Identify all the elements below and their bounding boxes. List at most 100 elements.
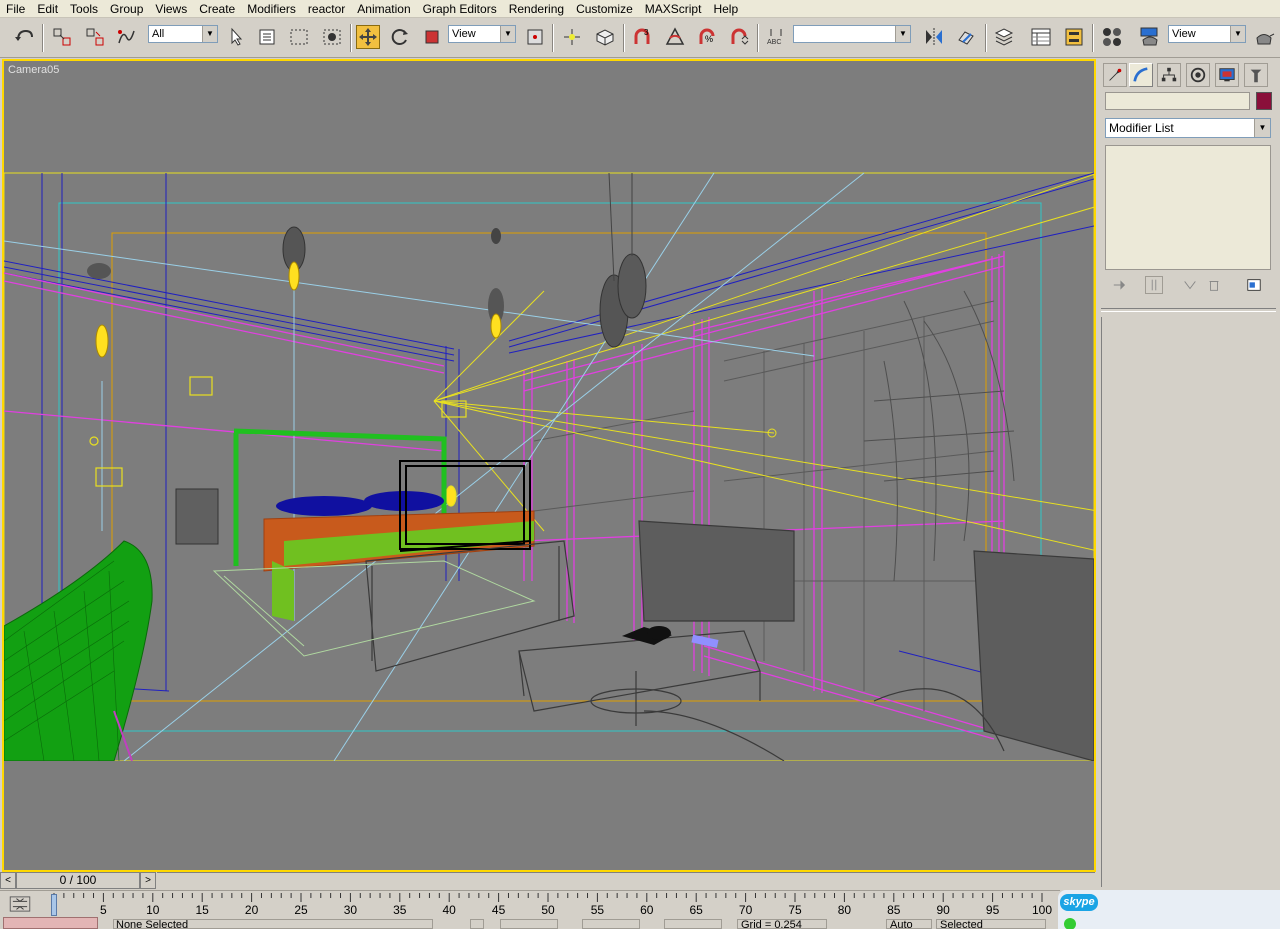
remove-modifier-icon[interactable]	[1205, 276, 1223, 294]
menu-customize[interactable]: Customize	[570, 1, 639, 17]
undo-icon[interactable]	[12, 25, 36, 49]
select-by-name-icon[interactable]	[255, 25, 279, 49]
bind-to-space-warp-icon[interactable]	[114, 25, 138, 49]
hierarchy-icon[interactable]	[1157, 63, 1181, 87]
spinner-snap-toggle-icon[interactable]	[727, 25, 751, 49]
pin-stack-icon[interactable]	[1111, 276, 1129, 294]
ruler-tick-label: 45	[491, 903, 506, 917]
select-and-link-icon[interactable]	[50, 25, 74, 49]
ruler-tick-label: 85	[887, 903, 901, 917]
maxscript-listener-mini[interactable]	[3, 917, 98, 929]
selection-filter-dropdown[interactable]: All ▼	[148, 25, 218, 43]
select-and-rotate-icon[interactable]	[388, 25, 412, 49]
menu-graph-editors[interactable]: Graph Editors	[417, 1, 503, 17]
skype-notification[interactable]: skype	[1058, 890, 1280, 929]
reference-coordinate-dropdown[interactable]: View ▼	[448, 25, 516, 43]
render-scene-dialog-icon[interactable]	[1138, 25, 1162, 49]
ruler-tick-label: 15	[195, 903, 209, 917]
time-slider[interactable]: < 0 / 100 >	[0, 872, 157, 889]
schematic-view-icon[interactable]	[1062, 25, 1086, 49]
previous-frame-button[interactable]: <	[0, 872, 16, 889]
select-and-scale-icon[interactable]	[420, 25, 444, 49]
display-icon[interactable]	[1215, 63, 1239, 87]
x-coordinate-field[interactable]	[500, 919, 558, 929]
ruler-tick-label: 35	[393, 903, 407, 917]
unlink-selection-icon[interactable]	[83, 25, 107, 49]
align-icon[interactable]	[954, 25, 978, 49]
main-toolbar: All ▼ View ▼ 3 % ABC ▼ View ▼	[0, 18, 1280, 58]
menu-edit[interactable]: Edit	[31, 1, 64, 17]
utilities-icon[interactable]	[1244, 63, 1268, 87]
menu-help[interactable]: Help	[707, 1, 744, 17]
menu-create[interactable]: Create	[193, 1, 241, 17]
y-coordinate-field[interactable]	[582, 919, 640, 929]
menu-rendering[interactable]: Rendering	[503, 1, 570, 17]
mini-curve-editor-toggle-icon[interactable]	[8, 895, 32, 913]
modify-icon[interactable]	[1129, 63, 1153, 87]
selection-status: None Selected	[113, 919, 433, 929]
create-icon[interactable]	[1103, 63, 1127, 87]
quick-render-icon[interactable]	[1252, 25, 1276, 49]
mirror-icon[interactable]	[922, 25, 946, 49]
chevron-down-icon: ▼	[202, 26, 217, 42]
material-editor-icon[interactable]	[1100, 25, 1124, 49]
ruler-tick-label: 80	[837, 903, 852, 917]
ruler-tick-label: 20	[244, 903, 259, 917]
ruler-tick-label: 90	[936, 903, 950, 917]
render-type-dropdown[interactable]: View ▼	[1168, 25, 1246, 43]
object-name-field[interactable]	[1105, 92, 1250, 110]
menu-maxscript[interactable]: MAXScript	[639, 1, 708, 17]
nightstand	[175, 488, 219, 545]
frame-ruler[interactable]: 0510152025303540455055606570758085909510…	[44, 891, 1056, 918]
object-color-swatch[interactable]	[1256, 92, 1272, 110]
chevron-down-icon: ▼	[1254, 119, 1270, 137]
make-unique-icon[interactable]	[1181, 276, 1199, 294]
scene-wireframe	[4, 172, 1094, 870]
modifier-list-dropdown[interactable]: Modifier List ▼	[1105, 118, 1271, 138]
keyboard-shortcut-override-icon[interactable]	[593, 25, 617, 49]
ruler-tick-label: 55	[590, 903, 605, 917]
time-slider-thumb[interactable]: 0 / 100	[16, 872, 140, 889]
menu-reactor[interactable]: reactor	[302, 1, 351, 17]
configure-modifier-sets-icon[interactable]	[1245, 276, 1263, 294]
render-type-value: View	[1172, 28, 1196, 40]
motion-icon[interactable]	[1186, 63, 1210, 87]
svg-text:3: 3	[644, 28, 649, 37]
show-end-result-icon[interactable]	[1145, 276, 1163, 294]
ruler-tick-label: 75	[788, 903, 802, 917]
menu-modifiers[interactable]: Modifiers	[241, 1, 302, 17]
set-key-filter-dropdown[interactable]: Selected	[936, 919, 1046, 929]
menu-animation[interactable]: Animation	[351, 1, 416, 17]
curve-editor-icon[interactable]	[1029, 25, 1053, 49]
menu-views[interactable]: Views	[149, 1, 193, 17]
light-rays	[433, 173, 1094, 551]
chevron-down-icon: ▼	[895, 26, 910, 42]
room-walls-wireframe	[4, 172, 1094, 761]
layer-manager-icon[interactable]	[992, 25, 1016, 49]
percent-snap-toggle-icon[interactable]: %	[695, 25, 719, 49]
snaps-toggle-icon[interactable]: 3	[630, 25, 654, 49]
camera-viewport[interactable]: Camera05	[2, 59, 1096, 872]
window-crossing-icon[interactable]	[320, 25, 344, 49]
menu-file[interactable]: File	[0, 1, 31, 17]
current-time-marker[interactable]	[51, 894, 57, 916]
select-and-move-icon[interactable]	[356, 25, 380, 49]
ruler-tick-label: 65	[689, 903, 703, 917]
next-frame-button[interactable]: >	[140, 872, 156, 889]
menu-group[interactable]: Group	[104, 1, 149, 17]
time-slider-track[interactable]	[157, 872, 1095, 889]
edit-named-selection-sets-icon[interactable]: ABC	[764, 25, 788, 49]
modifier-stack-tools	[1099, 274, 1280, 296]
select-object-icon[interactable]	[225, 25, 249, 49]
modifier-stack[interactable]	[1105, 145, 1271, 270]
lock-selection-icon[interactable]	[470, 919, 484, 929]
z-coordinate-field[interactable]	[664, 919, 722, 929]
use-pivot-center-icon[interactable]	[523, 25, 547, 49]
select-and-manipulate-icon[interactable]	[560, 25, 584, 49]
named-selection-sets-dropdown[interactable]: ▼	[793, 25, 911, 43]
auto-key-button[interactable]: Auto Key	[886, 919, 932, 929]
menu-tools[interactable]: Tools	[64, 1, 104, 17]
angle-snap-toggle-icon[interactable]	[663, 25, 687, 49]
rectangular-selection-region-icon[interactable]	[287, 25, 311, 49]
viewport-label[interactable]: Camera05	[8, 64, 59, 76]
